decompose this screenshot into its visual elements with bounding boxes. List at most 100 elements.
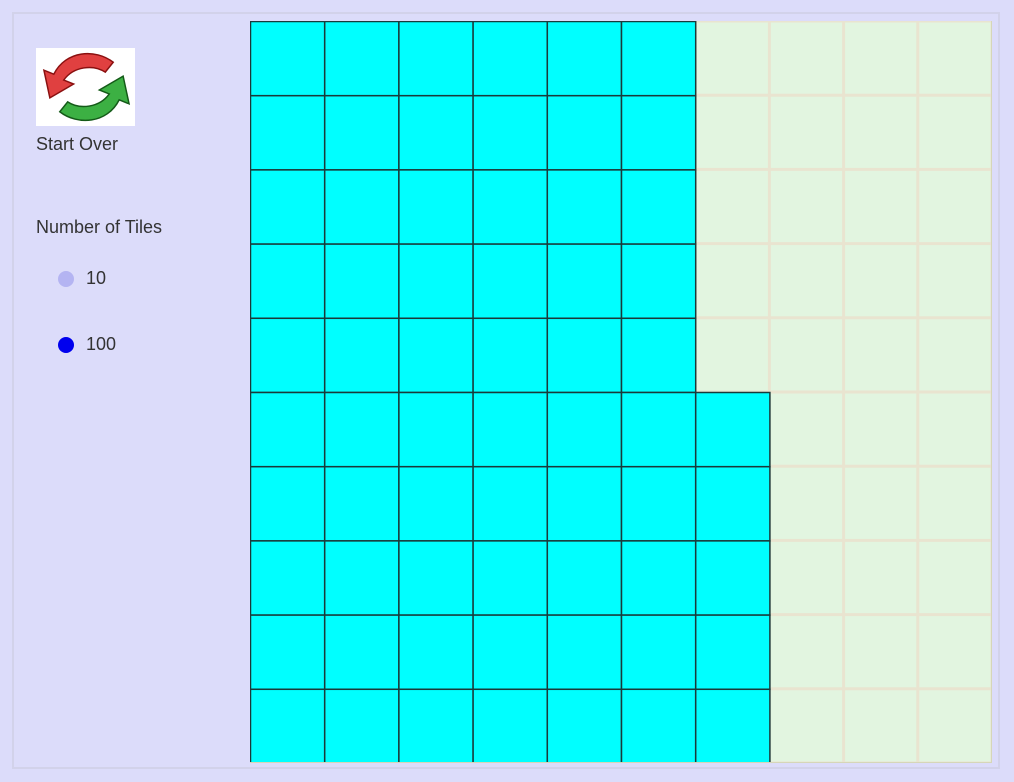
tile[interactable]: [620, 391, 697, 468]
tile[interactable]: [546, 317, 623, 394]
tiles-10-option[interactable]: 10: [58, 268, 106, 289]
empty-cell[interactable]: [843, 614, 919, 690]
tile[interactable]: [323, 391, 400, 468]
tile[interactable]: [250, 614, 326, 691]
tile[interactable]: [546, 243, 623, 320]
tile[interactable]: [398, 614, 474, 691]
tile[interactable]: [323, 688, 400, 763]
tile[interactable]: [250, 465, 326, 542]
empty-cell[interactable]: [843, 243, 919, 319]
tile[interactable]: [323, 243, 400, 320]
tile[interactable]: [694, 391, 771, 468]
tile[interactable]: [472, 688, 549, 763]
tile[interactable]: [694, 465, 771, 542]
tile[interactable]: [620, 465, 697, 542]
empty-cell[interactable]: [917, 614, 992, 690]
empty-cell[interactable]: [694, 94, 770, 170]
tile[interactable]: [250, 540, 326, 616]
empty-cell[interactable]: [843, 94, 919, 170]
empty-cell[interactable]: [917, 168, 992, 245]
tile[interactable]: [546, 21, 623, 97]
empty-cell[interactable]: [694, 243, 770, 319]
empty-cell[interactable]: [843, 168, 919, 245]
empty-cell[interactable]: [917, 94, 992, 170]
tile[interactable]: [620, 243, 697, 320]
empty-cell[interactable]: [917, 21, 992, 96]
tile[interactable]: [323, 94, 400, 171]
tiles-10-radio[interactable]: [58, 270, 74, 287]
empty-cell[interactable]: [768, 94, 845, 170]
tile[interactable]: [546, 614, 623, 691]
tile[interactable]: [398, 21, 474, 97]
tile[interactable]: [472, 465, 549, 542]
tile[interactable]: [323, 169, 400, 245]
tile[interactable]: [250, 317, 326, 394]
tile[interactable]: [546, 465, 623, 542]
tile[interactable]: [472, 540, 549, 616]
empty-cell[interactable]: [843, 21, 919, 96]
tile-grid[interactable]: [250, 21, 992, 763]
empty-cell[interactable]: [843, 317, 919, 393]
empty-cell[interactable]: [694, 168, 770, 245]
tile[interactable]: [250, 94, 326, 171]
empty-cell[interactable]: [768, 688, 845, 763]
tile[interactable]: [694, 688, 771, 763]
tile[interactable]: [472, 391, 549, 468]
tile[interactable]: [694, 540, 771, 616]
empty-cell[interactable]: [768, 465, 845, 541]
tile[interactable]: [472, 614, 549, 691]
tile[interactable]: [323, 540, 400, 616]
start-over-button[interactable]: Start Over: [36, 48, 136, 155]
tile[interactable]: [250, 169, 326, 245]
tiles-100-option[interactable]: 100: [58, 334, 116, 355]
empty-cell[interactable]: [843, 465, 919, 541]
tile[interactable]: [398, 243, 474, 320]
empty-cell[interactable]: [917, 465, 992, 541]
tiles-100-radio[interactable]: [58, 336, 74, 353]
tile[interactable]: [250, 688, 326, 763]
tile[interactable]: [398, 169, 474, 245]
tile[interactable]: [472, 94, 549, 171]
tile[interactable]: [546, 94, 623, 171]
tile[interactable]: [398, 317, 474, 394]
tile[interactable]: [620, 317, 697, 394]
empty-cell[interactable]: [768, 243, 845, 319]
empty-cell[interactable]: [768, 168, 845, 245]
empty-cell[interactable]: [694, 317, 770, 393]
tile[interactable]: [472, 21, 549, 97]
tile[interactable]: [472, 243, 549, 320]
tile[interactable]: [546, 169, 623, 245]
tile[interactable]: [546, 540, 623, 616]
empty-cell[interactable]: [917, 539, 992, 616]
empty-cell[interactable]: [768, 614, 845, 690]
tile[interactable]: [546, 688, 623, 763]
empty-cell[interactable]: [768, 21, 845, 96]
tile[interactable]: [323, 614, 400, 691]
tile[interactable]: [620, 614, 697, 691]
tile[interactable]: [398, 465, 474, 542]
empty-cell[interactable]: [843, 539, 919, 616]
tile[interactable]: [323, 465, 400, 542]
tile[interactable]: [694, 614, 771, 691]
tile[interactable]: [398, 391, 474, 468]
tile[interactable]: [323, 317, 400, 394]
empty-cell[interactable]: [917, 391, 992, 467]
tile[interactable]: [472, 169, 549, 245]
tile[interactable]: [472, 317, 549, 394]
tile[interactable]: [398, 540, 474, 616]
tile[interactable]: [398, 688, 474, 763]
tile[interactable]: [250, 243, 326, 320]
tile[interactable]: [620, 540, 697, 616]
tile[interactable]: [546, 391, 623, 468]
empty-cell[interactable]: [768, 317, 845, 393]
tile[interactable]: [250, 391, 326, 468]
empty-cell[interactable]: [917, 243, 992, 319]
empty-cell[interactable]: [917, 317, 992, 393]
tile[interactable]: [323, 21, 400, 97]
tile[interactable]: [620, 169, 697, 245]
tile[interactable]: [620, 688, 697, 763]
empty-cell[interactable]: [843, 688, 919, 763]
empty-cell[interactable]: [768, 539, 845, 616]
empty-cell[interactable]: [843, 391, 919, 467]
tile[interactable]: [620, 21, 697, 97]
